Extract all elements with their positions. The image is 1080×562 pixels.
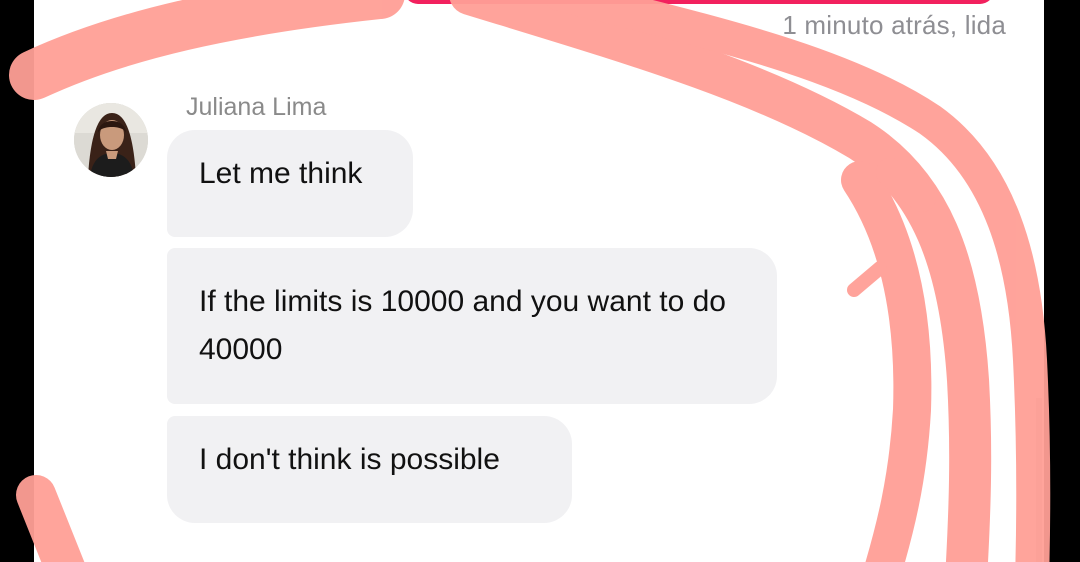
avatar[interactable] xyxy=(74,103,148,177)
profile-photo-icon xyxy=(74,103,148,177)
received-message-bubble[interactable]: Let me think xyxy=(167,130,413,237)
received-message-bubble[interactable]: If the limits is 10000 and you want to d… xyxy=(167,248,777,404)
message-text: If the limits is 10000 and you want to d… xyxy=(199,285,726,366)
message-text: I don't think is possible xyxy=(199,443,500,476)
message-text: Let me think xyxy=(199,157,363,190)
received-message-bubble[interactable]: I don't think is possible xyxy=(167,416,572,523)
sender-name: Juliana Lima xyxy=(186,93,327,121)
message-status-timestamp: 1 minuto atrás, lida xyxy=(782,10,1006,40)
scrollbar[interactable] xyxy=(1036,398,1042,562)
chat-panel: 1 minuto atrás, lida Juliana Lima Let me… xyxy=(34,0,1044,562)
sent-message-bubble[interactable] xyxy=(404,0,994,4)
